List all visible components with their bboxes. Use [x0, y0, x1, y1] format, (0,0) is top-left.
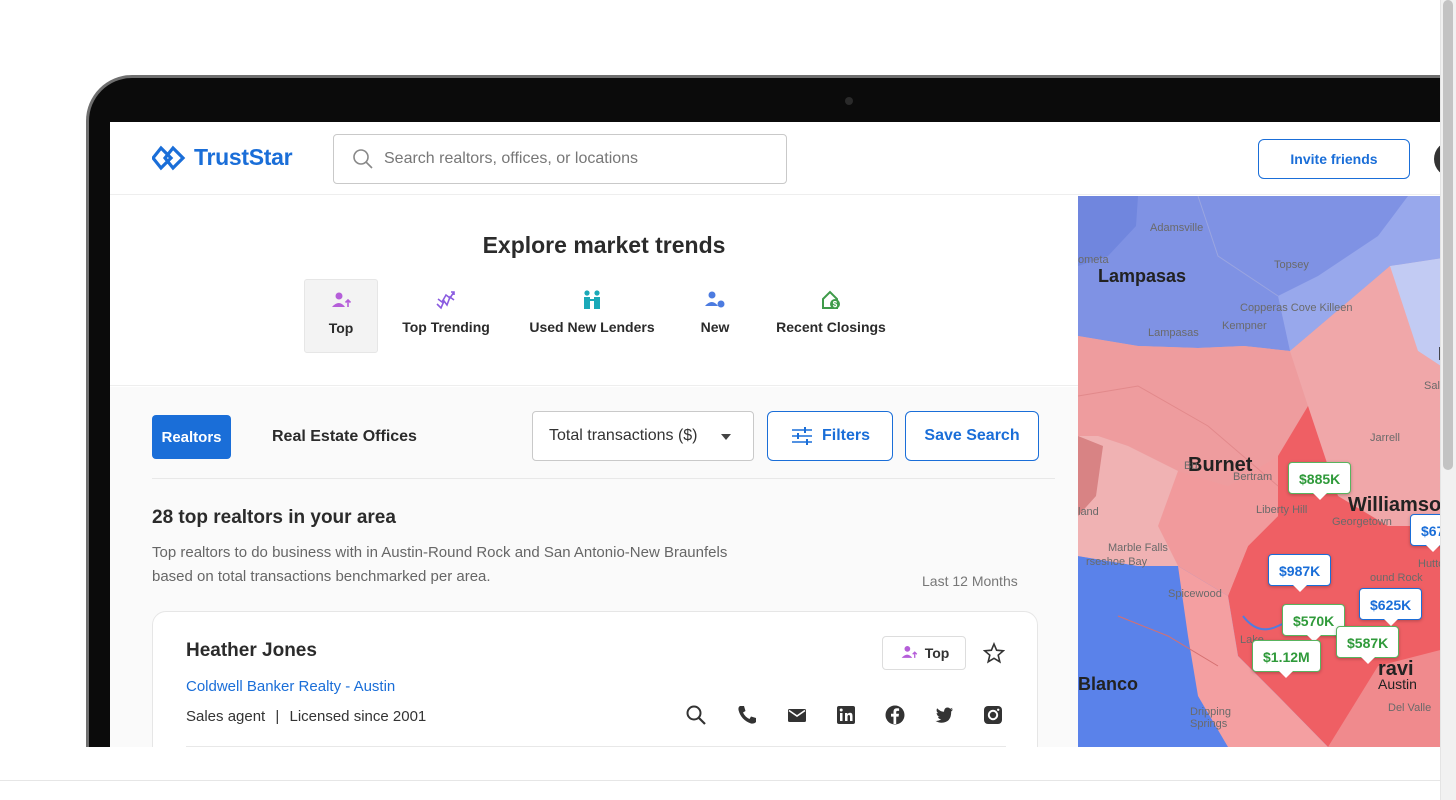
card-divider — [186, 746, 1006, 747]
role-text: Sales agent — [186, 708, 266, 725]
people-icon — [584, 290, 600, 309]
top-badge: Top — [882, 636, 966, 670]
map-label-land: land — [1078, 506, 1099, 518]
results-title: 28 top realtors in your area — [152, 507, 396, 528]
tab-label: New — [700, 319, 730, 335]
map-label-lampasas-small: Lampasas — [1148, 327, 1199, 339]
logo[interactable]: TrustStar — [152, 144, 293, 171]
map-pin[interactable]: $1.12M — [1252, 640, 1321, 678]
map-label-topsey: Topsey — [1274, 259, 1309, 271]
instagram-icon[interactable] — [982, 704, 1004, 726]
map-label-georgetown: Georgetown — [1332, 516, 1392, 528]
scrollbar-thumb[interactable] — [1443, 0, 1453, 470]
search-box[interactable] — [333, 134, 787, 184]
email-icon[interactable] — [786, 704, 808, 726]
tab-label: Used New Lenders — [529, 319, 655, 335]
map-label-cometa: ometa — [1078, 254, 1109, 266]
invite-friends-button[interactable]: Invite friends — [1258, 139, 1410, 179]
house-dollar-icon: $ — [822, 290, 840, 309]
chevron-down-icon — [721, 434, 731, 440]
page-divider — [0, 780, 1440, 781]
tab-recent-closings[interactable]: $ Recent Closings — [772, 279, 890, 353]
map-pin[interactable]: $625K — [1359, 588, 1423, 626]
laptop-camera — [845, 97, 853, 105]
tab-used-new-lenders[interactable]: Used New Lenders — [526, 279, 658, 353]
map-label-bu: Bu — [1184, 460, 1198, 472]
facebook-icon[interactable] — [884, 704, 906, 726]
map-label-adamsville: Adamsville — [1150, 222, 1204, 234]
divider — [152, 478, 1055, 479]
sliders-icon — [791, 427, 812, 445]
realtor-list-area: Realtors Real Estate Offices Total trans… — [110, 387, 1078, 747]
logo-text: TrustStar — [194, 144, 293, 170]
map-pin[interactable]: $885K — [1288, 462, 1352, 500]
realtor-name[interactable]: Heather Jones — [186, 640, 317, 662]
tab-label: Top Trending — [402, 319, 490, 335]
map-label-dripping-springs: Dripping Springs — [1190, 706, 1231, 730]
realtors-tab-button[interactable]: Realtors — [152, 415, 231, 459]
filters-button[interactable]: Filters — [767, 411, 893, 461]
tab-top[interactable]: Top — [304, 279, 378, 353]
role-separator: | — [275, 708, 280, 725]
sort-select[interactable]: Total transactions ($) — [532, 411, 754, 461]
search-input[interactable] — [384, 150, 764, 168]
period-label: Last 12 Months — [922, 573, 1018, 589]
person-new-icon — [705, 291, 725, 308]
map-panel[interactable]: Lampasas Burnet Williamso Blanco ravi Au… — [1078, 196, 1456, 747]
star-icon[interactable] — [983, 642, 1005, 664]
map-label-spicewood: Spicewood — [1168, 588, 1222, 600]
map-label-liberty-hill: Liberty Hill — [1256, 504, 1308, 516]
badge-label: Top — [924, 645, 950, 661]
svg-text:$: $ — [833, 300, 838, 309]
map-label-bertram: Bertram — [1233, 471, 1273, 483]
tab-top-trending[interactable]: Top Trending — [396, 279, 496, 353]
trend-chart-icon — [436, 291, 455, 310]
map-label-blanco: Blanco — [1078, 674, 1139, 694]
map-label-horseshoe-bay: rseshoe Bay — [1086, 556, 1148, 568]
truststar-logo-icon — [152, 145, 186, 170]
map-pin[interactable]: $987K — [1268, 554, 1332, 592]
tab-label: Top — [328, 320, 354, 336]
person-arrow-icon — [901, 646, 917, 658]
market-trends-section: Explore market trends Top Top Trending U… — [110, 196, 1078, 386]
search-icon — [353, 149, 373, 169]
map-label-round-rock: ound Rock — [1370, 572, 1423, 584]
realtor-role: Sales agent | Licensed since 2001 — [186, 708, 426, 725]
top-bar: TrustStar Invite friends — [110, 122, 1456, 195]
sort-select-value: Total transactions ($) — [549, 427, 698, 444]
real-estate-offices-tab-button[interactable]: Real Estate Offices — [272, 415, 417, 459]
linkedin-icon[interactable] — [835, 704, 857, 726]
tab-label: Recent Closings — [776, 319, 886, 335]
map-label-copperas: Copperas Cove Killeen — [1240, 302, 1353, 314]
realtor-card[interactable]: Heather Jones Coldwell Banker Realty - A… — [152, 611, 1038, 747]
search-icon[interactable] — [685, 704, 707, 726]
map-label-marble-falls: Marble Falls — [1108, 542, 1168, 554]
map-label-del-valle: Del Valle — [1388, 702, 1432, 714]
realtor-office-link[interactable]: Coldwell Banker Realty - Austin — [186, 678, 395, 695]
twitter-icon[interactable] — [933, 704, 955, 726]
map-label-lampasas: Lampasas — [1098, 266, 1187, 286]
save-search-button[interactable]: Save Search — [905, 411, 1039, 461]
results-description: Top realtors to do business with in Aust… — [152, 544, 728, 585]
phone-icon[interactable] — [736, 704, 758, 726]
map-pin[interactable]: $587K — [1336, 626, 1400, 664]
licensed-text: Licensed since 2001 — [289, 708, 427, 725]
person-arrow-icon — [332, 292, 352, 307]
trends-title: Explore market trends — [482, 232, 726, 258]
results-panel: Explore market trends Top Top Trending U… — [110, 196, 1078, 747]
map-label-kempner: Kempner — [1222, 320, 1267, 332]
app-screen: TrustStar Invite friends Explore market … — [110, 122, 1456, 747]
tab-new[interactable]: New — [692, 279, 738, 353]
page: TrustStar Invite friends Explore market … — [0, 0, 1456, 800]
map-label-austin: Austin — [1378, 676, 1417, 692]
filters-label: Filters — [821, 427, 870, 444]
map-label-jarrell: Jarrell — [1370, 432, 1400, 444]
